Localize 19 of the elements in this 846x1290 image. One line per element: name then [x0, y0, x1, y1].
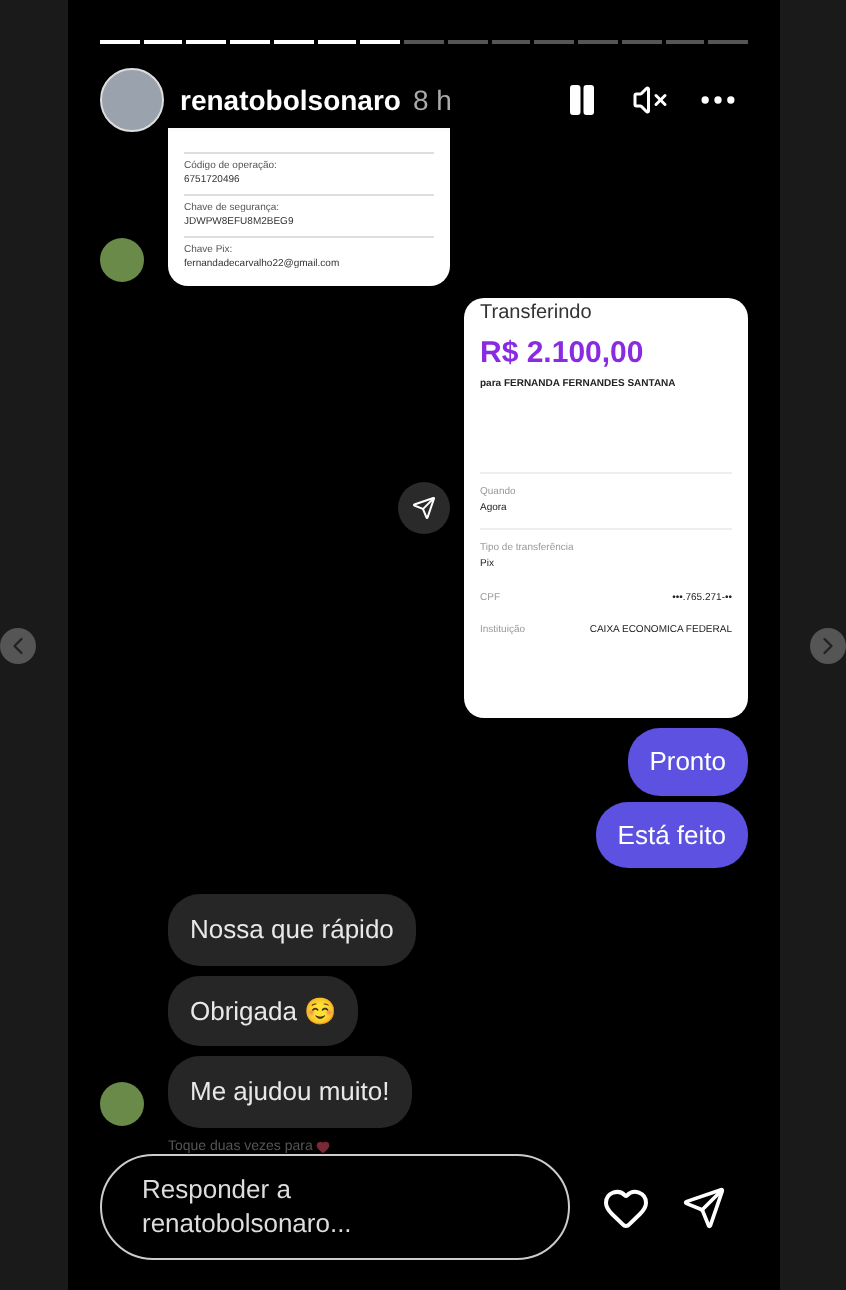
send-icon[interactable]	[682, 1185, 726, 1229]
username[interactable]: renatobolsonaro	[180, 79, 401, 121]
sent-message: Pronto	[627, 728, 748, 795]
share-button[interactable]	[398, 482, 450, 534]
send-icon	[412, 496, 436, 520]
transfer-title: Transferindo	[480, 302, 594, 324]
received-message: Me ajudou muito!	[168, 1056, 412, 1127]
muted-icon[interactable]	[632, 82, 668, 118]
chat-avatar	[100, 1082, 144, 1126]
pause-icon[interactable]	[564, 82, 600, 118]
received-message: Obrigada ☺	[168, 975, 359, 1046]
received-message: Nossa que rápido	[168, 894, 416, 965]
post-time: 8 h	[412, 81, 452, 119]
reply-field[interactable]: Responder a renatobolsonaro...	[100, 1154, 570, 1260]
chat-avatar	[100, 238, 144, 282]
heart-icon	[316, 1140, 331, 1155]
transfer-amount: R$ 2.100,00	[480, 334, 646, 374]
avatar[interactable]	[100, 68, 164, 132]
sent-message: Está feito	[595, 801, 748, 868]
